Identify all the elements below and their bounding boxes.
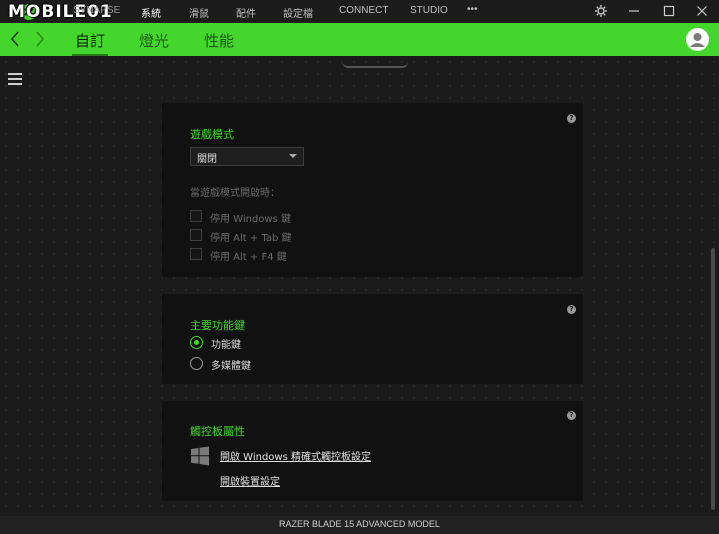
game-mode-select[interactable]: 關閉 <box>190 147 304 166</box>
device-bar: RAZER BLADE 15 ADVANCED MODEL <box>0 516 719 534</box>
disable-windows-key-checkbox[interactable] <box>190 210 202 222</box>
multimedia-keys-label: 多媒體鍵 <box>211 361 251 372</box>
multimedia-keys-radio[interactable] <box>190 357 203 370</box>
disable-windows-key-label: 停用 Windows 鍵 <box>210 214 291 225</box>
nav-system[interactable]: 系統 <box>141 5 161 20</box>
maximize-icon[interactable] <box>661 3 677 19</box>
tab-bar: 自訂 燈光 性能 <box>0 23 719 56</box>
chevron-down-icon <box>289 154 297 158</box>
back-arrow-icon[interactable] <box>8 29 22 49</box>
nav-studio[interactable]: STUDIO <box>410 5 448 16</box>
nav-profiles[interactable]: 設定檔 <box>283 5 313 20</box>
forward-arrow-icon[interactable] <box>33 29 47 49</box>
minimize-icon[interactable] <box>626 3 642 19</box>
help-icon[interactable]: ? <box>567 114 576 123</box>
disable-alt-f4-checkbox[interactable] <box>190 248 202 260</box>
game-mode-title: 遊戲模式 <box>190 128 234 141</box>
scrollbar[interactable] <box>711 248 715 510</box>
function-keys-radio[interactable] <box>190 336 203 349</box>
disable-alt-tab-checkbox[interactable] <box>190 229 202 241</box>
title-bar: MOBILE01 SYNAPSE 系統 滑鼠 配件 設定檔 CONNECT ST… <box>0 0 719 23</box>
device-model-label: RAZER BLADE 15 ADVANCED MODEL <box>279 519 440 529</box>
touchpad-title: 觸控板屬性 <box>190 425 245 438</box>
help-icon[interactable]: ? <box>567 411 576 420</box>
primary-keys-title: 主要功能鍵 <box>190 319 245 332</box>
tab-lighting[interactable]: 燈光 <box>139 30 169 51</box>
game-mode-select-value: 關閉 <box>197 154 217 165</box>
precision-touchpad-settings-link[interactable]: 開啟 Windows 精確式觸控板設定 <box>220 448 371 463</box>
disable-alt-f4-label: 停用 Alt + F4 鍵 <box>210 252 287 263</box>
more-icon[interactable]: ••• <box>467 4 478 15</box>
menu-icon[interactable] <box>8 73 22 85</box>
nav-mouse[interactable]: 滑鼠 <box>189 5 209 20</box>
tab-customize[interactable]: 自訂 <box>75 30 105 51</box>
close-icon[interactable] <box>694 3 710 19</box>
nav-accessories[interactable]: 配件 <box>236 5 256 20</box>
game-mode-when-on-label: 當遊戲模式開啟時： <box>190 188 280 199</box>
windows-logo-icon <box>191 446 209 466</box>
nav-synapse[interactable]: SYNAPSE <box>73 5 120 16</box>
nav-connect[interactable]: CONNECT <box>339 5 388 16</box>
tab-performance[interactable]: 性能 <box>204 30 234 51</box>
disable-alt-tab-label: 停用 Alt + Tab 鍵 <box>210 233 292 244</box>
function-keys-label: 功能鍵 <box>211 340 241 351</box>
help-icon[interactable]: ? <box>567 305 576 314</box>
device-settings-link[interactable]: 開啟裝置設定 <box>220 473 280 488</box>
settings-gear-icon[interactable] <box>593 3 609 19</box>
user-avatar-icon[interactable] <box>686 28 709 51</box>
device-notch-decoration <box>342 62 408 68</box>
